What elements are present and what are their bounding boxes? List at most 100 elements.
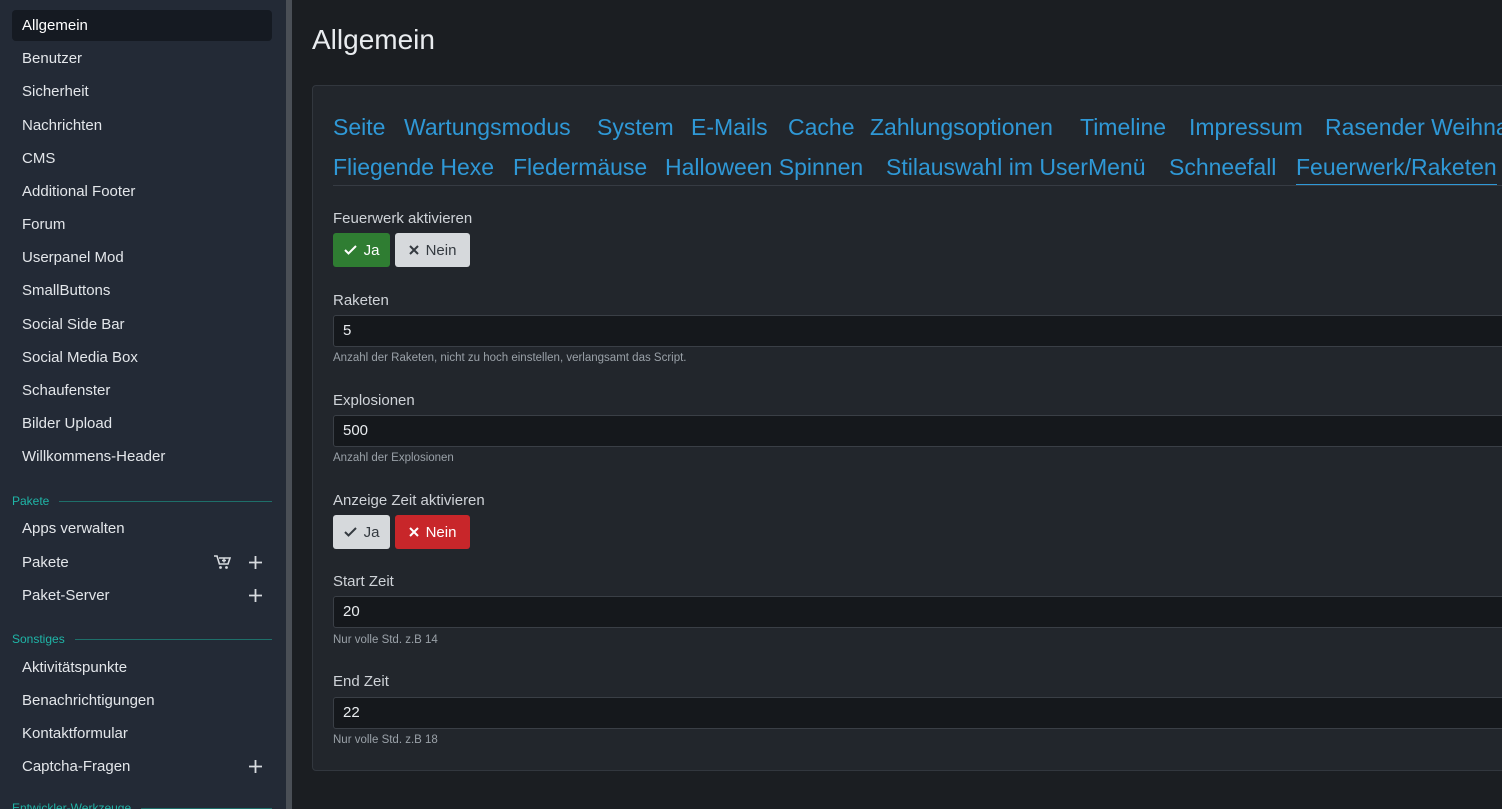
anzeige-zeit-nein-button[interactable]: Nein — [395, 515, 470, 549]
section-label-sonstiges: Sonstiges — [12, 632, 272, 646]
page-title: Allgemein — [312, 24, 435, 55]
section-label-text: Entwickler-Werkzeuge — [12, 801, 132, 809]
sidebar-item-captcha-fragen[interactable]: Captcha-Fragen — [12, 751, 272, 782]
section-divider — [59, 500, 272, 502]
sidebar-item-label: Bilder Upload — [22, 415, 113, 432]
sidebar-item-label: Pakete — [22, 554, 69, 571]
tab-seite[interactable]: Seite — [333, 110, 385, 144]
anzeige-zeit-ja-button[interactable]: Ja — [333, 515, 390, 549]
check-icon — [343, 527, 357, 537]
raketen-hint: Anzahl der Raketen, nicht zu hoch einste… — [333, 352, 687, 364]
sidebar-item-label: Social Media Box — [22, 349, 138, 366]
section-divider — [141, 807, 272, 809]
explosionen-hint: Anzahl der Explosionen — [333, 452, 454, 464]
sidebar-item-label: Captcha-Fragen — [22, 758, 131, 775]
settings-card: Seite Wartungsmodus System E-Mails Cache… — [312, 85, 1502, 771]
section-label-text: Pakete — [12, 494, 50, 508]
sidebar-item-actions — [214, 547, 262, 578]
sidebar-item-benutzer[interactable]: Benutzer — [12, 43, 272, 74]
sidebar-item-label: Benutzer — [22, 50, 83, 67]
sidebar-item-social-media-box[interactable]: Social Media Box — [12, 342, 272, 373]
tab-rasender-weihnachtsmann[interactable]: Rasender Weihnachtsmann — [1325, 110, 1502, 144]
close-icon — [408, 245, 419, 255]
anzeige-zeit-aktivieren-label: Anzeige Zeit aktivieren — [333, 492, 485, 509]
sidebar-item-label: Nachrichten — [22, 117, 103, 134]
explosionen-label: Explosionen — [333, 392, 415, 409]
sidebar-item-label: Kontaktformular — [22, 725, 128, 742]
sidebar-item-bilder-upload[interactable]: Bilder Upload — [12, 408, 272, 439]
plus-icon[interactable] — [249, 589, 262, 602]
plus-icon[interactable] — [249, 760, 262, 773]
main-content: Allgemein Seite Wartungsmodus System E-M… — [292, 0, 1502, 809]
tab-emails[interactable]: E-Mails — [691, 110, 768, 144]
sidebar-item-pakete[interactable]: Pakete — [12, 547, 272, 578]
sidebar-item-userpanel-mod[interactable]: Userpanel Mod — [12, 242, 272, 273]
start-zeit-hint: Nur volle Std. z.B 14 — [333, 634, 438, 646]
sidebar-item-benachrichtigungen[interactable]: Benachrichtigungen — [12, 685, 272, 716]
section-label-entwickler: Entwickler-Werkzeuge — [12, 801, 272, 809]
sidebar-item-label: Additional Footer — [22, 183, 136, 200]
tab-system[interactable]: System — [597, 110, 674, 144]
sidebar: Allgemein Benutzer Sicherheit Nachrichte… — [0, 0, 286, 809]
sidebar-item-label: SmallButtons — [22, 282, 111, 299]
tab-schneefall[interactable]: Schneefall — [1169, 150, 1276, 184]
sidebar-item-sicherheit[interactable]: Sicherheit — [12, 76, 272, 107]
tabs-divider — [333, 185, 1502, 186]
sidebar-item-willkommens-header[interactable]: Willkommens-Header — [12, 441, 272, 472]
sidebar-item-aktivitaetspunkte[interactable]: Aktivitätspunkte — [12, 652, 272, 683]
feuerwerk-aktivieren-label: Feuerwerk aktivieren — [333, 210, 473, 227]
sidebar-item-label: Allgemein — [22, 17, 88, 34]
tab-fledermaeuse[interactable]: Fledermäuse — [513, 150, 647, 184]
sidebar-item-label: Social Side Bar — [22, 316, 125, 333]
sidebar-item-label: Schaufenster — [22, 382, 111, 399]
sidebar-item-kontaktformular[interactable]: Kontaktformular — [12, 718, 272, 749]
section-label-pakete: Pakete — [12, 494, 272, 508]
sidebar-item-label: Aktivitätspunkte — [22, 659, 128, 676]
sidebar-item-label: Apps verwalten — [22, 520, 125, 537]
feuerwerk-ja-button[interactable]: Ja — [333, 233, 390, 267]
button-label: Ja — [363, 523, 380, 541]
sidebar-item-paket-server[interactable]: Paket-Server — [12, 580, 272, 611]
sidebar-item-nachrichten[interactable]: Nachrichten — [12, 110, 272, 141]
plus-icon[interactable] — [249, 556, 262, 569]
explosionen-input[interactable]: 500 — [333, 415, 1502, 447]
sidebar-item-actions — [249, 580, 262, 611]
end-zeit-input[interactable]: 22 — [333, 697, 1502, 729]
button-label: Nein — [425, 241, 457, 259]
section-divider — [74, 638, 272, 640]
tab-zahlungsoptionen[interactable]: Zahlungsoptionen — [870, 110, 1053, 144]
raketen-label: Raketen — [333, 292, 389, 309]
sidebar-item-schaufenster[interactable]: Schaufenster — [12, 375, 272, 406]
sidebar-item-label: Sicherheit — [22, 83, 89, 100]
tab-impressum[interactable]: Impressum — [1189, 110, 1303, 144]
sidebar-item-label: Userpanel Mod — [22, 249, 124, 266]
check-icon — [343, 245, 357, 255]
sidebar-item-label: Willkommens-Header — [22, 448, 166, 465]
sidebar-item-label: Forum — [22, 216, 66, 233]
tab-cache[interactable]: Cache — [788, 110, 854, 144]
raketen-input[interactable]: 5 — [333, 315, 1502, 347]
sidebar-item-cms[interactable]: CMS — [12, 143, 272, 174]
end-zeit-label: End Zeit — [333, 673, 389, 690]
feuerwerk-nein-button[interactable]: Nein — [395, 233, 470, 267]
cart-plus-icon[interactable] — [214, 555, 231, 570]
start-zeit-input[interactable]: 20 — [333, 596, 1502, 628]
sidebar-item-actions — [249, 751, 262, 782]
tab-timeline[interactable]: Timeline — [1080, 110, 1166, 144]
sidebar-item-social-side-bar[interactable]: Social Side Bar — [12, 309, 272, 340]
tab-halloween-spinnen[interactable]: Halloween Spinnen — [665, 150, 863, 184]
start-zeit-label: Start Zeit — [333, 573, 394, 590]
section-label-text: Sonstiges — [12, 632, 65, 646]
sidebar-item-smallbuttons[interactable]: SmallButtons — [12, 275, 272, 306]
sidebar-item-forum[interactable]: Forum — [12, 209, 272, 240]
tab-stilauswahl-im-usermenue[interactable]: Stilauswahl im UserMenü — [886, 150, 1145, 184]
sidebar-item-apps-verwalten[interactable]: Apps verwalten — [12, 513, 272, 544]
sidebar-item-additional-footer[interactable]: Additional Footer — [12, 176, 272, 207]
tab-feuerwerk-raketen[interactable]: Feuerwerk/Raketen — [1296, 150, 1497, 186]
tab-fliegende-hexe[interactable]: Fliegende Hexe — [333, 150, 494, 184]
button-label: Nein — [425, 523, 457, 541]
tab-wartungsmodus[interactable]: Wartungsmodus — [404, 110, 571, 144]
close-icon — [408, 527, 419, 537]
end-zeit-hint: Nur volle Std. z.B 18 — [333, 734, 438, 746]
sidebar-item-allgemein[interactable]: Allgemein — [12, 10, 272, 41]
